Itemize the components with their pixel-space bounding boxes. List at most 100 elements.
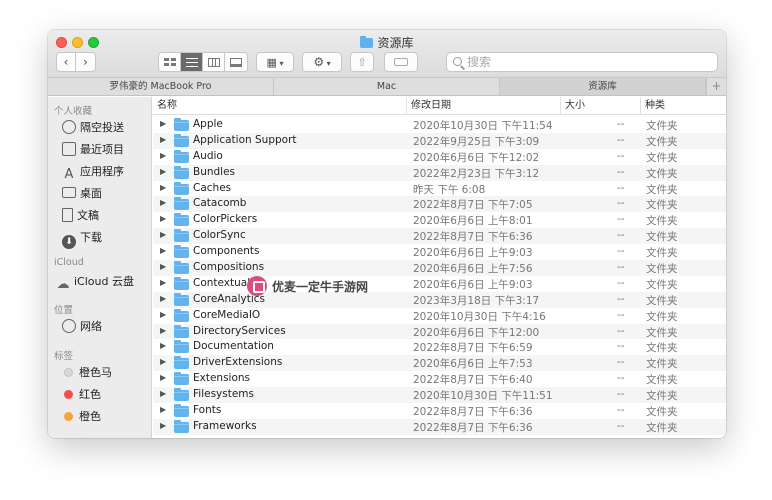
disclosure-triangle-icon[interactable]: ▶ xyxy=(160,214,166,223)
disclosure-triangle-icon[interactable]: ▶ xyxy=(160,230,166,239)
disclosure-triangle-icon[interactable]: ▶ xyxy=(160,373,166,382)
disclosure-triangle-icon[interactable]: ▶ xyxy=(160,198,166,207)
gallery-view-button[interactable] xyxy=(225,53,247,71)
file-date: 2020年10月30日 下午11:51 xyxy=(413,390,553,403)
path-tab-mac[interactable]: Mac xyxy=(274,78,500,95)
list-view-button[interactable] xyxy=(181,53,203,71)
file-size: -- xyxy=(617,165,625,178)
disclosure-triangle-icon[interactable]: ▶ xyxy=(160,246,166,255)
sidebar-item-downloads[interactable]: ⬇ 下载 xyxy=(62,229,102,249)
table-row[interactable]: ▶ Fonts 2022年8月7日 下午6:36 -- 文件夹 xyxy=(153,403,726,419)
file-date: 2020年6月6日 上午7:56 xyxy=(413,263,533,276)
table-row[interactable]: ▶ Documentation 2022年8月7日 下午6:59 -- 文件夹 xyxy=(153,339,726,355)
table-row[interactable]: ▶ Contextual 2020年6月6日 上午9:03 -- 文件夹 xyxy=(153,276,726,292)
table-row[interactable]: ▶ Audio 2020年6月6日 下午12:02 -- 文件夹 xyxy=(153,149,726,165)
disclosure-triangle-icon[interactable]: ▶ xyxy=(160,278,166,287)
disclosure-triangle-icon[interactable]: ▶ xyxy=(160,405,166,414)
add-tab-button[interactable]: + xyxy=(706,78,726,95)
table-row[interactable]: ▶ Bundles 2022年2月23日 下午3:12 -- 文件夹 xyxy=(153,164,726,181)
file-name: ColorPickers xyxy=(193,213,258,226)
file-rows: ▶ Apple 2020年10月30日 下午11:54 -- 文件夹 ▶ Applicati… xyxy=(153,117,726,435)
file-name: Contextual xyxy=(193,276,251,289)
path-tab-macbook[interactable]: 罗伟豪的 MacBook Pro xyxy=(48,78,274,95)
table-row[interactable]: ▶ Catacomb 2022年8月7日 下午7:05 -- 文件夹 xyxy=(153,196,726,213)
file-kind: 文件夹 xyxy=(646,167,678,180)
file-size: -- xyxy=(617,245,625,258)
table-row[interactable]: ▶ Apple 2020年10月30日 下午11:54 -- 文件夹 xyxy=(153,117,726,133)
sidebar-tag-item[interactable]: 红色 xyxy=(62,386,101,404)
path-tab-library[interactable]: 资源库 xyxy=(500,78,706,95)
sidebar-tag-item[interactable]: 橙色 xyxy=(62,408,101,426)
file-name: Apple xyxy=(193,118,223,130)
edit-tags-button[interactable] xyxy=(384,52,418,72)
disclosure-triangle-icon[interactable]: ▶ xyxy=(160,389,166,398)
file-name: ColorSync xyxy=(193,229,246,242)
action-button[interactable]: ⚙ ▾ xyxy=(302,52,342,72)
column-view-button[interactable] xyxy=(203,53,225,71)
sidebar-tag-item[interactable]: 橙色马 xyxy=(62,364,112,382)
column-header-kind[interactable]: 种类 xyxy=(641,97,726,114)
sidebar-item-desktop[interactable]: 桌面 xyxy=(62,185,102,203)
table-row[interactable]: ▶ Filesystems 2020年10月30日 下午11:51 -- 文件夹 xyxy=(153,387,726,404)
forward-button[interactable]: › xyxy=(76,53,95,71)
disclosure-triangle-icon[interactable]: ▶ xyxy=(160,119,166,128)
group-button[interactable]: ▦ ▾ xyxy=(256,52,294,72)
file-size: -- xyxy=(617,197,625,210)
file-date: 昨天 下午 6:08 xyxy=(413,183,486,196)
table-row[interactable]: ▶ CoreMediaIO 2020年10月30日 下午4:16 -- 文件夹 xyxy=(153,308,726,324)
tag-color-dot xyxy=(64,412,73,421)
sidebar-item-applications[interactable]: A 应用程序 xyxy=(62,163,124,182)
disclosure-triangle-icon[interactable]: ▶ xyxy=(160,183,166,192)
folder-icon xyxy=(174,133,189,147)
table-row[interactable]: ▶ Components 2020年6月6日 上午9:03 -- 文件夹 xyxy=(153,244,726,260)
disclosure-triangle-icon[interactable]: ▶ xyxy=(160,310,166,319)
column-header-size[interactable]: 大小 xyxy=(561,97,641,114)
icon-view-button[interactable] xyxy=(159,53,181,71)
table-row[interactable]: ▶ CoreAnalytics 2023年3月18日 下午3:17 -- 文件夹 xyxy=(153,291,726,308)
disclosure-triangle-icon[interactable]: ▶ xyxy=(160,421,166,430)
disclosure-triangle-icon[interactable]: ▶ xyxy=(160,357,166,366)
disclosure-triangle-icon[interactable]: ▶ xyxy=(160,167,166,176)
file-size: -- xyxy=(617,149,625,162)
back-button[interactable]: ‹ xyxy=(57,53,76,71)
disclosure-triangle-icon[interactable]: ▶ xyxy=(160,135,166,144)
column-header-name[interactable]: 名称 xyxy=(153,97,407,114)
file-kind: 文件夹 xyxy=(646,342,678,355)
sidebar-item-network[interactable]: 网络 xyxy=(62,318,102,336)
file-kind: 文件夹 xyxy=(646,390,678,403)
disclosure-triangle-icon[interactable]: ▶ xyxy=(160,151,166,160)
sidebar-item-label: 隔空投送 xyxy=(80,121,124,134)
disclosure-triangle-icon[interactable]: ▶ xyxy=(160,294,166,303)
group-icon: ▦ xyxy=(266,56,277,69)
sidebar-header-icloud: iCloud xyxy=(54,257,84,268)
file-date: 2022年8月7日 下午6:59 xyxy=(413,342,533,355)
file-date: 2023年3月18日 下午3:17 xyxy=(413,294,540,307)
table-row[interactable]: ▶ Frameworks 2022年8月7日 下午6:36 -- 文件夹 xyxy=(153,418,726,435)
download-icon: ⬇ xyxy=(62,235,76,249)
table-row[interactable]: ▶ DirectoryServices 2020年6月6日 下午12:00 -- 文件夹 xyxy=(153,323,726,340)
table-row[interactable]: ▶ Compositions 2020年6月6日 上午7:56 -- 文件夹 xyxy=(153,260,726,276)
file-kind: 文件夹 xyxy=(646,199,678,212)
table-row[interactable]: ▶ ColorSync 2022年8月7日 下午6:36 -- 文件夹 xyxy=(153,228,726,245)
file-date: 2020年10月30日 下午11:54 xyxy=(413,120,553,132)
sidebar-item-recents[interactable]: 最近项目 xyxy=(62,141,124,159)
search-field[interactable]: 搜索 xyxy=(446,52,718,72)
table-row[interactable]: ▶ Caches 昨天 下午 6:08 -- 文件夹 xyxy=(153,181,726,197)
file-date: 2022年8月7日 下午6:36 xyxy=(413,406,533,419)
folder-icon xyxy=(174,118,189,131)
table-row[interactable]: ▶ DriverExtensions 2020年6月6日 上午7:53 -- 文件夹 xyxy=(153,355,726,372)
column-headers: 名称 修改日期 大小 种类 xyxy=(153,97,726,115)
sidebar-item-documents[interactable]: 文稿 xyxy=(62,207,99,225)
folder-icon xyxy=(360,36,374,48)
table-row[interactable]: ▶ ColorPickers 2020年6月6日 上午8:01 -- 文件夹 xyxy=(153,212,726,228)
disclosure-triangle-icon[interactable]: ▶ xyxy=(160,341,166,350)
disclosure-triangle-icon[interactable]: ▶ xyxy=(160,326,166,335)
table-row[interactable]: ▶ Extensions 2022年8月7日 下午6:40 -- 文件夹 xyxy=(153,371,726,387)
sidebar-item-icloud-drive[interactable]: ☁ iCloud 云盘 xyxy=(56,273,134,292)
share-button[interactable]: ⇧ xyxy=(350,52,374,72)
sidebar-item-airdrop[interactable]: 隔空投送 xyxy=(62,119,124,137)
folder-icon xyxy=(174,372,189,386)
disclosure-triangle-icon[interactable]: ▶ xyxy=(160,262,166,271)
table-row[interactable]: ▶ Application Support 2022年9月25日 下午3:09 -- 文… xyxy=(153,132,726,149)
column-header-date[interactable]: 修改日期 xyxy=(407,97,561,114)
